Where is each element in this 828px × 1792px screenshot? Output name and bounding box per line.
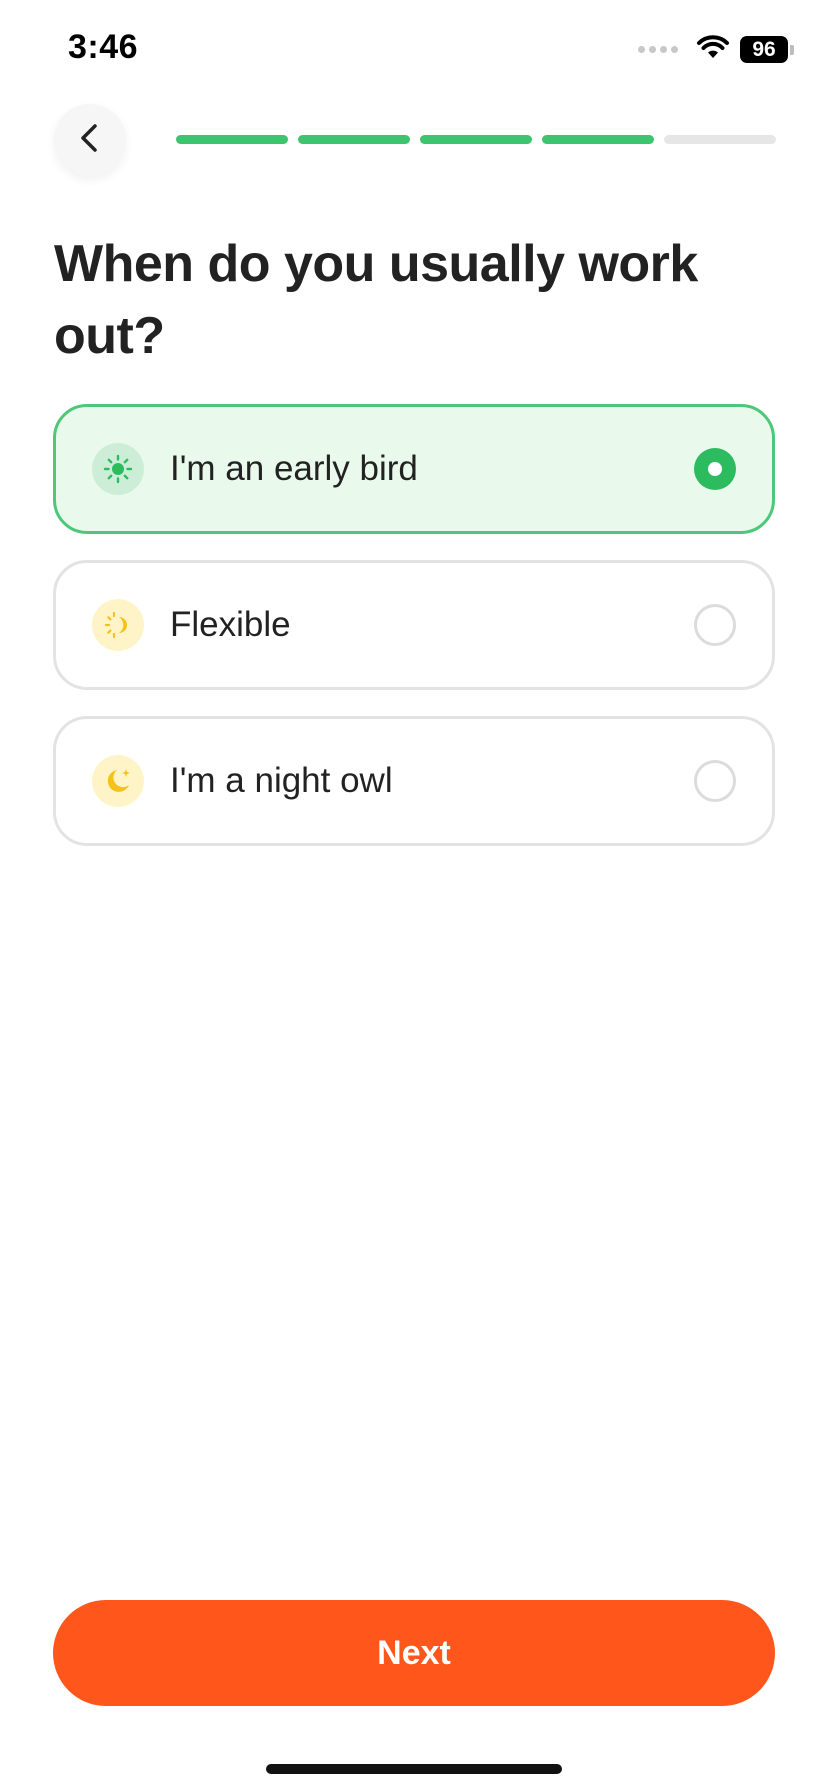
onboarding-progress-bar — [176, 135, 776, 144]
battery-tip — [790, 44, 794, 55]
sun-moon-icon — [92, 599, 144, 651]
option-label: I'm a night owl — [170, 761, 393, 800]
progress-segment — [542, 135, 654, 144]
option-early-bird[interactable]: I'm an early bird — [53, 404, 775, 534]
option-night-owl[interactable]: I'm a night owl — [53, 716, 775, 846]
radio-button[interactable] — [694, 448, 736, 490]
option-flexible[interactable]: Flexible — [53, 560, 775, 690]
progress-segment — [420, 135, 532, 144]
option-label: I'm an early bird — [170, 449, 418, 488]
moon-star-icon — [92, 755, 144, 807]
home-indicator — [266, 1764, 562, 1774]
progress-segment — [298, 135, 410, 144]
progress-segment — [664, 135, 776, 144]
back-button[interactable] — [54, 104, 126, 176]
option-label: Flexible — [170, 605, 291, 644]
battery-indicator: 96 — [740, 36, 788, 63]
radio-button[interactable] — [694, 760, 736, 802]
progress-segment — [176, 135, 288, 144]
cellular-signal-icon — [638, 46, 678, 53]
sun-icon — [92, 443, 144, 495]
wifi-icon — [696, 34, 730, 65]
radio-button[interactable] — [694, 604, 736, 646]
chevron-left-icon — [77, 122, 103, 159]
next-button[interactable]: Next — [53, 1600, 775, 1706]
options-list: I'm an early bird Flexible I'm a night o… — [53, 404, 775, 872]
status-bar: 3:46 96 — [0, 0, 828, 100]
page-title: When do you usually work out? — [54, 235, 698, 365]
status-time: 3:46 — [68, 28, 139, 66]
status-icons: 96 — [638, 34, 794, 65]
